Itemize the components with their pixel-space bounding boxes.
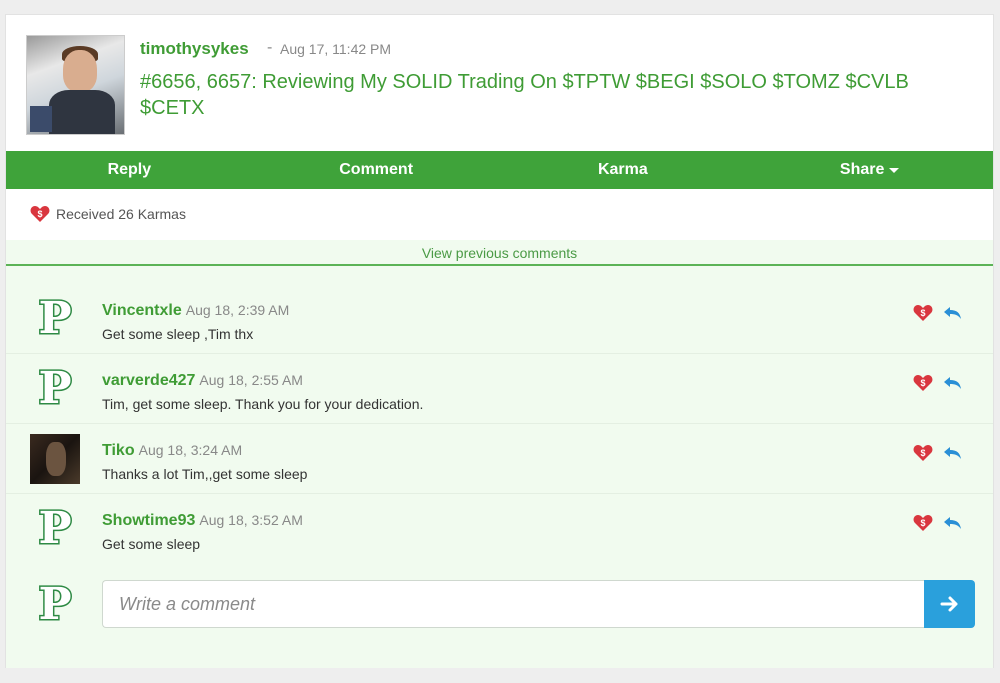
comment-item: P Vincentxle Aug 18, 2:39 AM Get some sle… — [6, 284, 993, 354]
comment-author-link[interactable]: Tiko — [102, 442, 135, 459]
caret-down-icon — [889, 167, 900, 173]
send-comment-button[interactable] — [924, 580, 975, 628]
author-avatar[interactable] — [26, 35, 125, 135]
p-logo-icon: P — [37, 293, 73, 344]
comment-button-label: Comment — [339, 161, 414, 178]
share-button-label: Share — [839, 161, 885, 178]
comment-item: P varverde427 Aug 18, 2:55 AM Tim, get so… — [6, 354, 993, 424]
share-dropdown-button[interactable]: Share — [746, 151, 993, 189]
post-timestamp: Aug 17, 11:42 PM — [280, 41, 392, 57]
reply-arrow-icon[interactable] — [943, 375, 963, 391]
svg-text:$: $ — [920, 448, 925, 458]
view-previous-comments-link[interactable]: View previous comments — [6, 240, 993, 266]
avatar-body — [49, 90, 115, 134]
comment-timestamp: Aug 18, 2:39 AM — [185, 302, 290, 318]
comment-timestamp: Aug 18, 3:24 AM — [138, 442, 243, 458]
karma-heart-icon[interactable]: $ — [913, 374, 933, 392]
comment-text: Get some sleep ,Tim thx — [102, 326, 254, 342]
comment-timestamp: Aug 18, 3:52 AM — [199, 512, 303, 528]
action-bar: Reply Comment Karma Share — [6, 151, 993, 189]
post-header: timothysykes - Aug 17, 11:42 PM #6656, 6… — [6, 15, 993, 151]
karma-heart-icon[interactable]: $ — [913, 514, 933, 532]
comments-section: View previous comments P Vincentxle Aug 1… — [6, 240, 993, 668]
post-separator: - — [267, 39, 273, 56]
reply-button-label: Reply — [107, 161, 152, 178]
p-logo-icon: P — [37, 363, 73, 414]
karma-summary-text: Received 26 Karmas — [56, 206, 186, 222]
comment-text: Get some sleep — [102, 536, 201, 552]
p-logo-avatar[interactable]: P — [30, 504, 80, 554]
comment-text: Thanks a lot Tim,,get some sleep — [102, 466, 308, 482]
avatar-face — [63, 50, 97, 92]
avatar-cover-tag — [30, 106, 52, 132]
reply-button[interactable]: Reply — [6, 151, 253, 189]
karma-heart-icon[interactable]: $ — [913, 304, 933, 322]
karma-summary: $ Received 26 Karmas — [30, 205, 186, 223]
arrow-right-icon — [940, 596, 957, 612]
karma-button-label: Karma — [597, 161, 648, 178]
karma-heart-icon: $ — [30, 206, 50, 222]
svg-text:$: $ — [920, 378, 925, 388]
reply-arrow-icon[interactable] — [943, 515, 963, 531]
p-logo-icon: P — [37, 579, 73, 630]
post-title-link[interactable]: #6656, 6657: Reviewing My SOLID Trading … — [140, 69, 960, 121]
p-logo-icon: P — [37, 503, 73, 554]
post-author-link[interactable]: timothysykes — [140, 39, 249, 59]
p-logo-avatar: P — [30, 580, 80, 630]
comment-author-link[interactable]: Showtime93 — [102, 512, 195, 529]
comment-item: P Showtime93 Aug 18, 3:52 AM Get some sle… — [6, 494, 993, 564]
comment-actions: $ — [913, 374, 963, 392]
comment-actions: $ — [913, 514, 963, 532]
karma-heart-icon[interactable]: $ — [913, 444, 933, 462]
comment-item: Tiko Aug 18, 3:24 AM Thanks a lot Tim,,ge… — [6, 424, 993, 494]
karma-button[interactable]: Karma — [500, 151, 747, 189]
comment-actions: $ — [913, 444, 963, 462]
comment-button[interactable]: Comment — [253, 151, 500, 189]
p-logo-avatar[interactable]: P — [30, 294, 80, 344]
reply-arrow-icon[interactable] — [943, 445, 963, 461]
p-logo-avatar[interactable]: P — [30, 364, 80, 414]
svg-text:$: $ — [37, 209, 42, 219]
comment-author-link[interactable]: Vincentxle — [102, 302, 182, 319]
svg-text:$: $ — [920, 308, 925, 318]
comment-input[interactable] — [102, 580, 924, 628]
avatar-photo-figure — [46, 442, 66, 476]
comment-timestamp: Aug 18, 2:55 AM — [199, 372, 303, 388]
post-card: timothysykes - Aug 17, 11:42 PM #6656, 6… — [5, 14, 994, 668]
svg-text:$: $ — [920, 518, 925, 528]
comment-actions: $ — [913, 304, 963, 322]
reply-arrow-icon[interactable] — [943, 305, 963, 321]
comment-composer: P — [6, 580, 993, 660]
user-photo-avatar[interactable] — [30, 434, 80, 484]
comment-text: Tim, get some sleep. Thank you for your … — [102, 396, 424, 412]
comment-author-link[interactable]: varverde427 — [102, 372, 195, 389]
